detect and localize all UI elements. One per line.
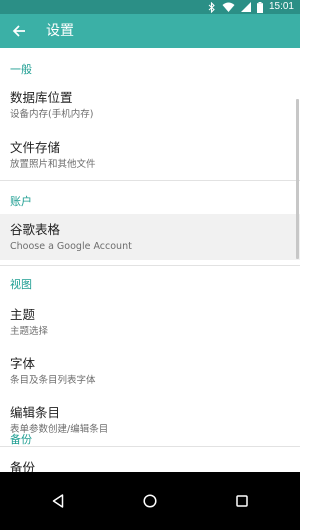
setting-title: 数据库位置 bbox=[10, 90, 73, 105]
divider bbox=[0, 446, 300, 447]
divider bbox=[0, 180, 300, 181]
setting-google-sheets[interactable]: 谷歌表格 Choose a Google Account bbox=[0, 214, 300, 260]
nav-recents-button[interactable] bbox=[212, 472, 272, 530]
divider bbox=[0, 265, 300, 266]
toolbar: 设置 bbox=[0, 14, 300, 48]
setting-title: 谷歌表格 bbox=[10, 222, 61, 237]
setting-font[interactable]: 字体 条目及条目列表字体 bbox=[0, 356, 300, 402]
setting-theme[interactable]: 主题 主题选择 bbox=[0, 307, 300, 353]
circle-home-icon bbox=[143, 494, 157, 508]
setting-backup[interactable]: 备份 bbox=[0, 460, 300, 472]
setting-title: 字体 bbox=[10, 356, 36, 371]
section-header-general: 一般 bbox=[10, 63, 32, 76]
navigation-bar bbox=[0, 472, 300, 530]
status-bar: 15:01 bbox=[0, 0, 300, 14]
setting-subtitle: 条目及条目列表字体 bbox=[10, 375, 96, 386]
nav-back-button[interactable] bbox=[28, 472, 88, 530]
setting-database-location[interactable]: 数据库位置 设备内存(手机内存) bbox=[0, 90, 300, 136]
section-header-account: 账户 bbox=[10, 195, 32, 208]
settings-list[interactable]: 一般 数据库位置 设备内存(手机内存) 文件存储 放置照片和其他文件 账户 谷歌… bbox=[0, 48, 300, 472]
triangle-back-icon bbox=[52, 494, 64, 508]
section-header-view: 视图 bbox=[10, 278, 32, 291]
setting-subtitle: 主题选择 bbox=[10, 326, 49, 337]
nav-home-button[interactable] bbox=[120, 472, 180, 530]
setting-subtitle: 放置照片和其他文件 bbox=[10, 159, 96, 170]
page-title: 设置 bbox=[46, 23, 74, 39]
square-recents-icon bbox=[236, 495, 248, 507]
setting-title: 文件存储 bbox=[10, 140, 61, 155]
setting-title: 主题 bbox=[10, 307, 36, 322]
back-button[interactable] bbox=[8, 20, 30, 42]
section-header-backup: 备份 bbox=[10, 433, 32, 446]
wifi-icon bbox=[222, 2, 235, 12]
setting-title: 备份 bbox=[10, 460, 36, 472]
bluetooth-icon bbox=[208, 1, 215, 13]
battery-icon bbox=[256, 1, 263, 13]
setting-title: 编辑条目 bbox=[10, 405, 61, 420]
arrow-left-icon bbox=[12, 25, 25, 37]
setting-subtitle: 设备内存(手机内存) bbox=[10, 109, 94, 120]
setting-edit-items[interactable]: 编辑条目 表单参数创建/编辑条目 bbox=[0, 405, 300, 451]
cellular-signal-icon bbox=[240, 2, 251, 12]
status-icons: 15:01 bbox=[208, 0, 294, 14]
scrollbar[interactable] bbox=[296, 99, 299, 259]
status-time: 15:01 bbox=[268, 1, 294, 12]
setting-subtitle: Choose a Google Account bbox=[10, 241, 132, 252]
